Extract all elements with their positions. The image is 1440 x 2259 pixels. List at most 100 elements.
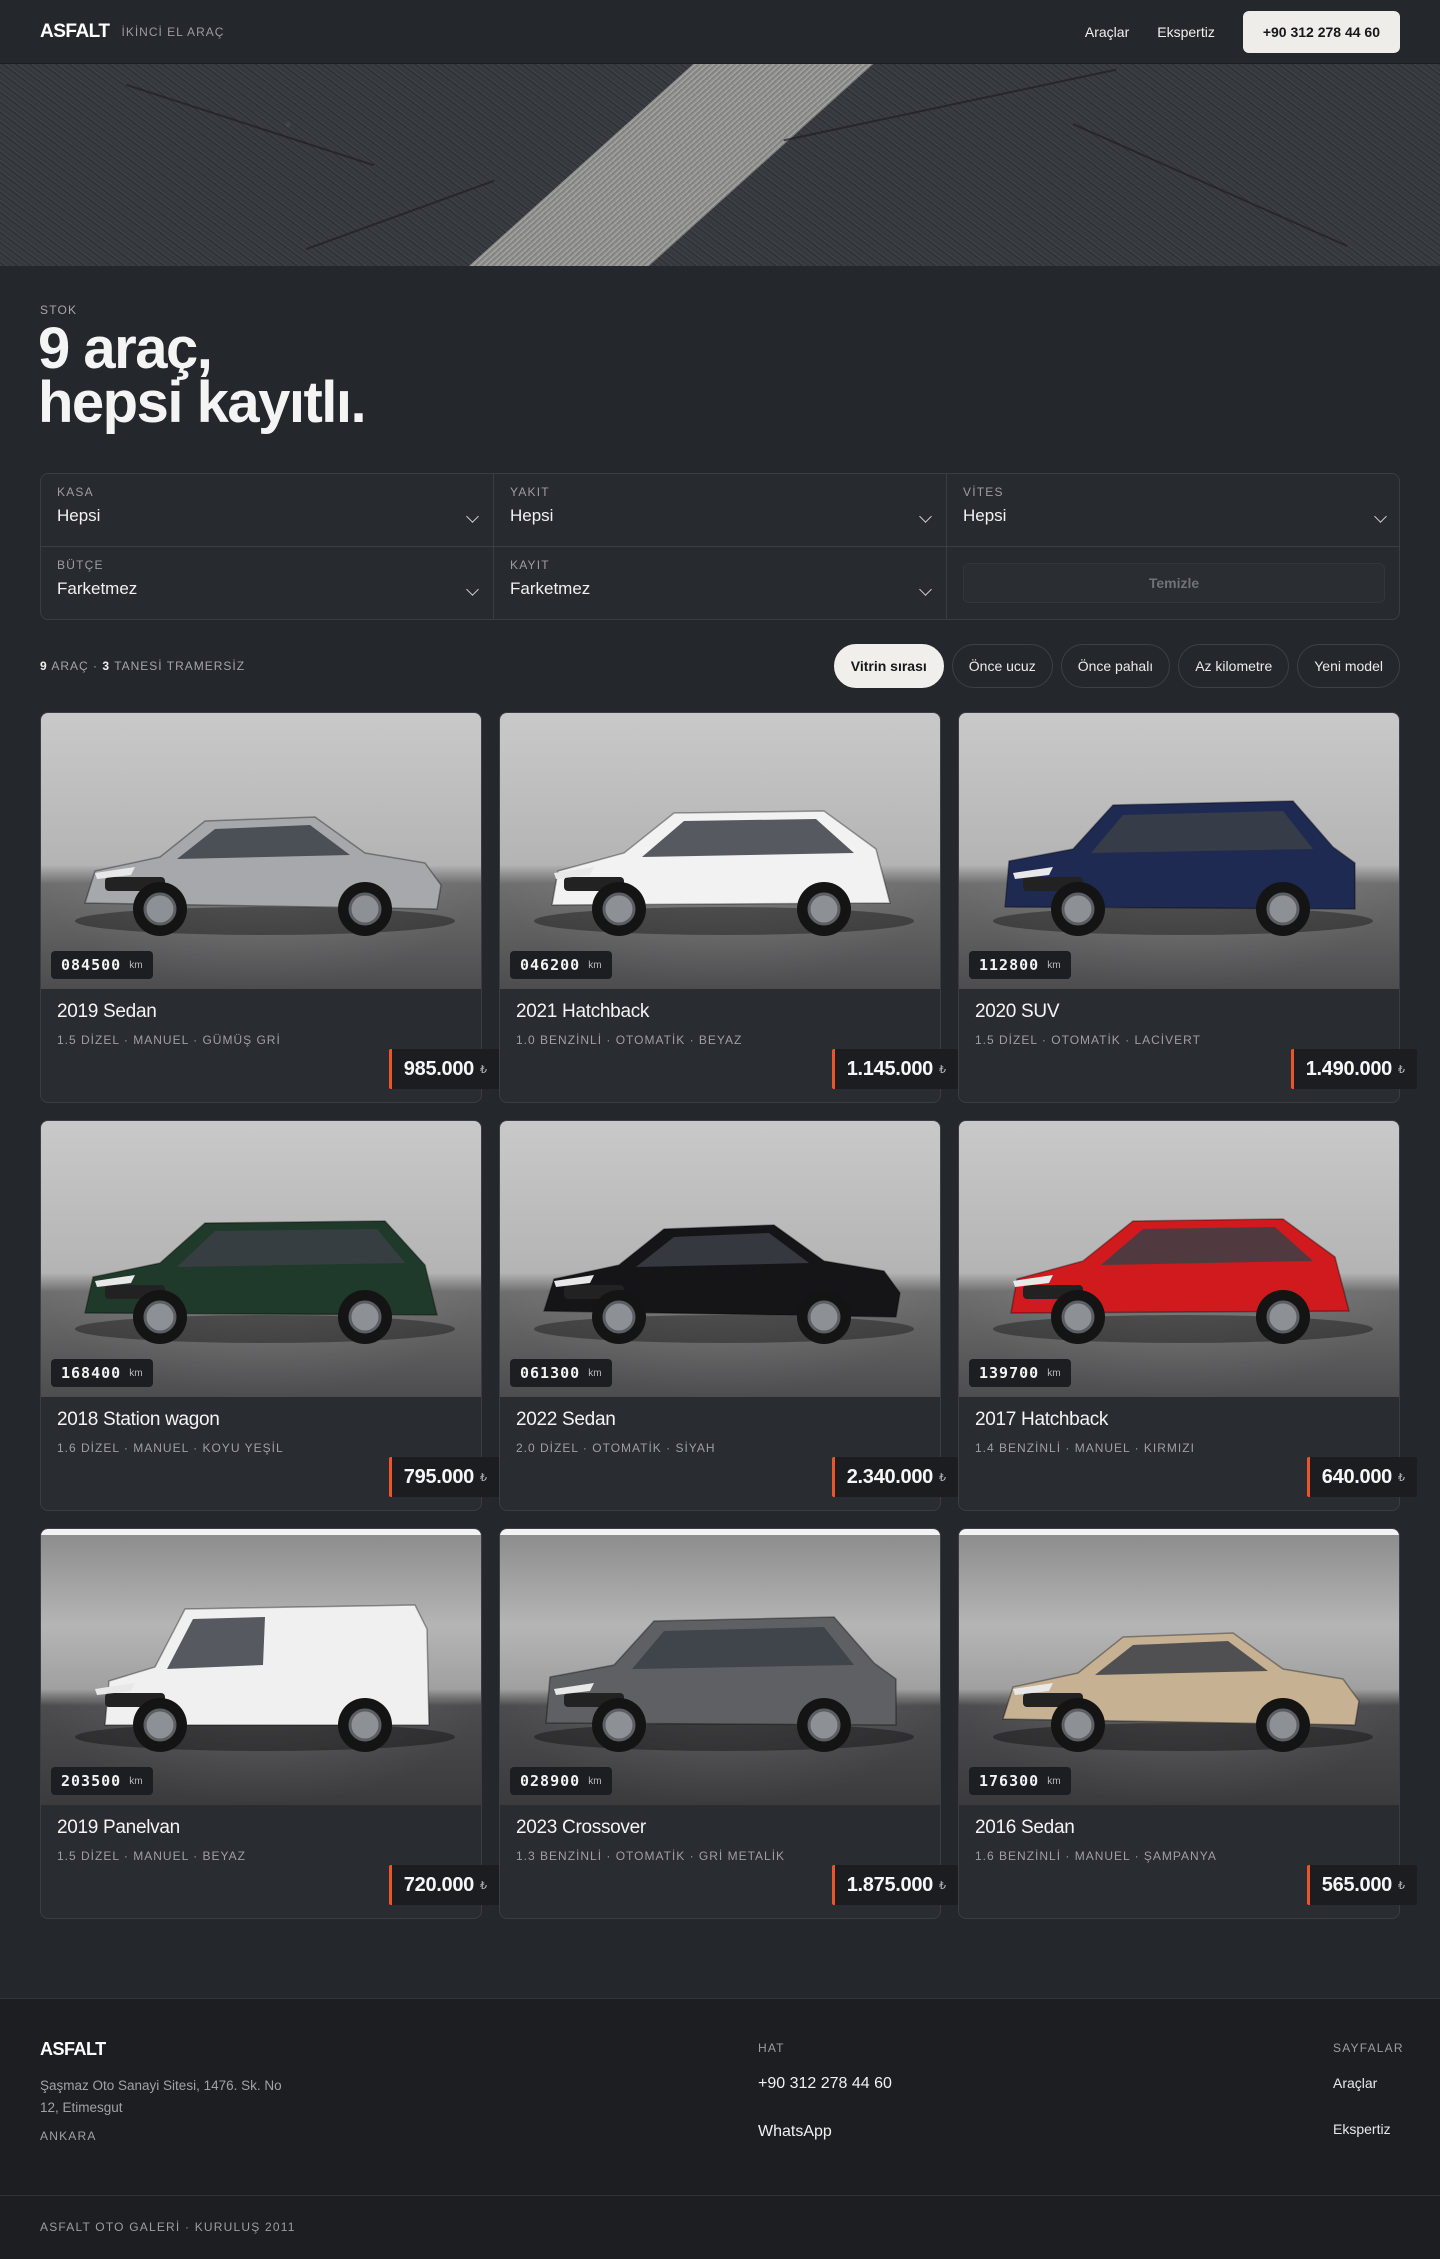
car-image xyxy=(75,1604,455,1752)
car-rim xyxy=(1266,1708,1300,1742)
car-count: 9 xyxy=(40,659,48,673)
filter-clear-cell: Temizle xyxy=(947,547,1399,619)
km-value: 176300 xyxy=(979,1772,1040,1790)
filter-label: BÜTÇE xyxy=(57,558,104,572)
car-shadow xyxy=(993,907,1373,935)
car-rim xyxy=(348,892,382,926)
price-tag: 1.145.000 ₺ xyxy=(831,1049,958,1089)
car-specs: 1.6 DİZEL · MANUEL · KOYU YEŞİL xyxy=(57,1441,284,1455)
km-badge: 168400 km xyxy=(51,1359,153,1387)
car-grid: 084500 km 2019 Sedan 1.5 DİZEL · MANUEL ·… xyxy=(40,712,1417,1919)
footer-link-araclar[interactable]: Araçlar xyxy=(1333,2075,1377,2091)
car-shadow xyxy=(534,1315,914,1343)
sort-newest[interactable]: Yeni model xyxy=(1297,644,1400,688)
footer-phone-link[interactable]: +90 312 278 44 60 xyxy=(758,2075,892,2093)
filter-panel: KASA Hepsi YAKIT Hepsi VİTES Hepsi BÜTÇE… xyxy=(40,473,1400,620)
car-image xyxy=(75,1220,455,1344)
car-card[interactable]: 028900 km 2023 Crossover 1.3 BENZİNLİ · O… xyxy=(499,1528,958,1919)
asphalt-crack xyxy=(126,83,374,167)
clear-filters-button[interactable]: Temizle xyxy=(963,563,1385,603)
km-value: 168400 xyxy=(61,1364,122,1382)
road-stripe xyxy=(382,64,918,266)
car-shadow xyxy=(993,1723,1373,1751)
car-photo: 112800 km xyxy=(959,713,1399,989)
price-tag: 1.490.000 ₺ xyxy=(1290,1049,1417,1089)
footer-city: ANKARA xyxy=(40,2129,97,2143)
car-card[interactable]: 046200 km 2021 Hatchback 1.0 BENZİNLİ · O… xyxy=(499,712,958,1103)
top-nav: ASFALT İKİNCİ EL ARAÇ Araçlar Ekspertiz … xyxy=(0,0,1440,64)
car-window xyxy=(177,1229,405,1267)
sort-cheapest[interactable]: Önce ucuz xyxy=(951,644,1053,688)
price-tag: 985.000 ₺ xyxy=(388,1049,499,1089)
hero-asphalt-image xyxy=(0,64,1440,266)
km-unit: km xyxy=(1047,1367,1061,1379)
car-photo: 061300 km xyxy=(500,1121,940,1397)
filter-value: Hepsi xyxy=(57,506,101,525)
car-card[interactable]: 061300 km 2022 Sedan 2.0 DİZEL · OTOMATİK… xyxy=(499,1120,958,1511)
sort-vitrin[interactable]: Vitrin sırası xyxy=(833,644,944,688)
car-title: 2017 Hatchback xyxy=(975,1409,1109,1430)
page-title: 9 araç, hepsi kayıtlı. xyxy=(38,320,367,432)
price-value: 985.000 xyxy=(403,1057,475,1080)
price-tag: 2.340.000 ₺ xyxy=(831,1457,958,1497)
car-card[interactable]: 176300 km 2016 Sedan 1.6 BENZİNLİ · MANUE… xyxy=(958,1528,1417,1919)
car-card[interactable]: 203500 km 2019 Panelvan 1.5 DİZEL · MANUE… xyxy=(40,1528,499,1919)
filter-kayit[interactable]: KAYIT Farketmez xyxy=(494,547,947,619)
car-card[interactable]: 084500 km 2019 Sedan 1.5 DİZEL · MANUEL ·… xyxy=(40,712,499,1103)
car-shadow xyxy=(75,1723,455,1751)
car-rim xyxy=(602,892,636,926)
car-window xyxy=(1091,811,1313,853)
car-shadow xyxy=(75,1315,455,1343)
currency-symbol: ₺ xyxy=(939,1879,946,1892)
car-photo: 139700 km xyxy=(959,1121,1399,1397)
sort-low-km[interactable]: Az kilometre xyxy=(1178,644,1290,688)
filter-kasa[interactable]: KASA Hepsi xyxy=(41,474,494,547)
section-eyebrow: STOK xyxy=(40,303,78,317)
km-value: 028900 xyxy=(520,1772,581,1790)
currency-symbol: ₺ xyxy=(480,1471,487,1484)
footer-whatsapp-link[interactable]: WhatsApp xyxy=(758,2123,832,2141)
footer: ASFALT Şaşmaz Oto Sanayi Sitesi, 1476. S… xyxy=(0,1998,1440,2259)
filter-butce[interactable]: BÜTÇE Farketmez xyxy=(41,547,494,619)
car-image xyxy=(75,816,455,936)
car-card[interactable]: 168400 km 2018 Station wagon 1.6 DİZEL · … xyxy=(40,1120,499,1511)
car-image xyxy=(534,1616,914,1752)
km-value: 046200 xyxy=(520,956,581,974)
no-damage-label: TANESİ TRAMERSİZ xyxy=(114,659,246,673)
km-badge: 046200 km xyxy=(510,951,612,979)
nav-link-araclar[interactable]: Araçlar xyxy=(1085,24,1129,40)
car-photo: 028900 km xyxy=(500,1529,940,1805)
car-card[interactable]: 112800 km 2020 SUV 1.5 DİZEL · OTOMATİK ·… xyxy=(958,712,1417,1103)
filter-yakit[interactable]: YAKIT Hepsi xyxy=(494,474,947,547)
nav-link-ekspertiz[interactable]: Ekspertiz xyxy=(1157,24,1215,40)
car-image xyxy=(534,810,914,936)
car-rim xyxy=(602,1300,636,1334)
asphalt-crack xyxy=(305,179,495,251)
car-window xyxy=(632,1627,854,1669)
filter-label: KAYIT xyxy=(510,558,550,572)
car-photo: 176300 km xyxy=(959,1529,1399,1805)
filter-vites[interactable]: VİTES Hepsi xyxy=(947,474,1399,547)
filter-value: Farketmez xyxy=(510,579,591,598)
footer-link-ekspertiz[interactable]: Ekspertiz xyxy=(1333,2121,1391,2137)
car-title: 2019 Sedan xyxy=(57,1001,157,1022)
car-rim xyxy=(807,1300,841,1334)
sort-most-expensive[interactable]: Önce pahalı xyxy=(1060,644,1171,688)
car-card[interactable]: 139700 km 2017 Hatchback 1.4 BENZİNLİ · M… xyxy=(958,1120,1417,1511)
price-value: 1.490.000 xyxy=(1305,1057,1393,1080)
nav-links: Araçlar Ekspertiz +90 312 278 44 60 xyxy=(1085,10,1400,53)
no-damage-count: 3 xyxy=(102,659,111,673)
footer-divider xyxy=(0,2195,1440,2196)
footer-line-heading: HAT xyxy=(758,2041,785,2055)
car-photo: 203500 km xyxy=(41,1529,481,1805)
logo[interactable]: ASFALT xyxy=(40,21,110,43)
currency-symbol: ₺ xyxy=(1398,1471,1405,1484)
filter-value: Hepsi xyxy=(963,506,1007,525)
filter-value: Hepsi xyxy=(510,506,554,525)
tagline: İKİNCİ EL ARAÇ xyxy=(121,24,225,39)
car-rim xyxy=(348,1708,382,1742)
phone-button[interactable]: +90 312 278 44 60 xyxy=(1242,10,1400,53)
km-value: 203500 xyxy=(61,1772,122,1790)
footer-logo[interactable]: ASFALT xyxy=(40,2039,106,2060)
price-tag: 565.000 ₺ xyxy=(1306,1865,1417,1905)
